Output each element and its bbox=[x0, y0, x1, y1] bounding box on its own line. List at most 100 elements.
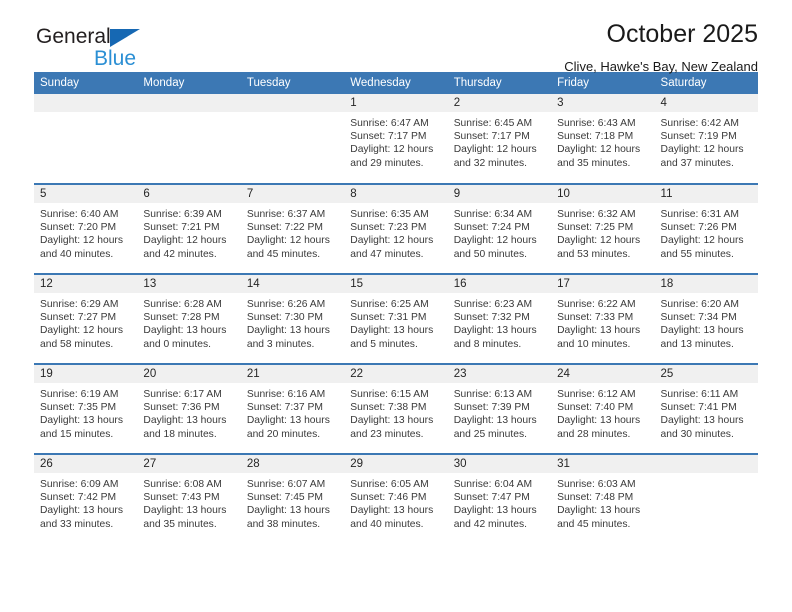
sunrise-text: Sunrise: 6:20 AM bbox=[660, 299, 739, 310]
weekday-header-sunday: Sunday bbox=[34, 72, 138, 94]
calendar-day-cell[interactable]: 2 Sunrise: 6:45 AM Sunset: 7:17 PM Daylight… bbox=[447, 94, 552, 184]
daylight-text-line2: and 25 minutes. bbox=[453, 428, 527, 440]
weekday-header-tuesday: Tuesday bbox=[240, 72, 345, 94]
sunrise-text: Sunrise: 6:25 AM bbox=[350, 299, 429, 310]
sunrise-text: Sunrise: 6:23 AM bbox=[453, 299, 533, 310]
day-number: 15 bbox=[344, 275, 448, 293]
calendar-day-cell[interactable]: 16 Sunrise: 6:23 AM Sunset: 7:32 PM Dayligh… bbox=[447, 273, 552, 364]
day-number: 13 bbox=[137, 275, 241, 293]
calendar-day-cell[interactable]: 31 Sunrise: 6:03 AM Sunset: 7:48 PM Dayligh… bbox=[551, 453, 655, 544]
daylight-text-line2: and 20 minutes. bbox=[246, 428, 321, 440]
calendar-day-cell[interactable]: 12 Sunrise: 6:29 AM Sunset: 7:27 PM Dayligh… bbox=[34, 273, 138, 364]
calendar-day-cell-empty bbox=[654, 453, 758, 544]
calendar-day-cell[interactable]: 29 Sunrise: 6:05 AM Sunset: 7:46 PM Dayligh… bbox=[344, 453, 448, 544]
calendar-day-cell[interactable]: 1 Sunrise: 6:47 AM Sunset: 7:17 PM Daylight… bbox=[344, 94, 448, 184]
calendar-day-cell[interactable]: 28 Sunrise: 6:07 AM Sunset: 7:45 PM Dayligh… bbox=[240, 453, 345, 544]
sunrise-text: Sunrise: 6:43 AM bbox=[557, 118, 636, 129]
calendar-day-cell[interactable]: 14 Sunrise: 6:26 AM Sunset: 7:30 PM Dayligh… bbox=[240, 273, 345, 364]
calendar-day-cell[interactable]: 19 Sunrise: 6:19 AM Sunset: 7:35 PM Dayligh… bbox=[34, 363, 138, 454]
sunrise-text: Sunrise: 6:26 AM bbox=[246, 299, 326, 310]
sunrise-text: Sunrise: 6:12 AM bbox=[557, 389, 636, 400]
sunset-text: Sunset: 7:31 PM bbox=[350, 312, 427, 324]
sunrise-text: Sunrise: 6:04 AM bbox=[453, 479, 533, 490]
logo-top-text: General bbox=[36, 25, 111, 48]
day-details: Sunrise: 6:05 AM Sunset: 7:46 PM Daylight:… bbox=[344, 473, 447, 531]
daylight-text-line2: and 38 minutes. bbox=[246, 518, 321, 530]
daylight-text-line2: and 35 minutes. bbox=[143, 518, 217, 530]
calendar-day-cell[interactable]: 30 Sunrise: 6:04 AM Sunset: 7:47 PM Dayligh… bbox=[447, 453, 552, 544]
calendar-body: 1 Sunrise: 6:47 AM Sunset: 7:17 PM Daylight… bbox=[34, 94, 758, 544]
daylight-text-line1: Daylight: 12 hours bbox=[453, 235, 537, 247]
sunset-text: Sunset: 7:38 PM bbox=[350, 402, 427, 414]
weekday-header-wednesday: Wednesday bbox=[344, 72, 448, 94]
weekday-header-thursday: Thursday bbox=[447, 72, 552, 94]
day-number: 18 bbox=[654, 275, 758, 293]
calendar-day-cell[interactable]: 22 Sunrise: 6:15 AM Sunset: 7:38 PM Dayligh… bbox=[344, 363, 448, 454]
daylight-text-line2: and 23 minutes. bbox=[350, 428, 424, 440]
sunset-text: Sunset: 7:46 PM bbox=[350, 492, 427, 504]
day-number bbox=[34, 94, 138, 112]
day-details: Sunrise: 6:16 AM Sunset: 7:37 PM Daylight:… bbox=[241, 383, 344, 441]
calendar-day-cell[interactable]: 25 Sunrise: 6:11 AM Sunset: 7:41 PM Dayligh… bbox=[654, 363, 758, 454]
daylight-text-line1: Daylight: 13 hours bbox=[246, 325, 330, 337]
calendar-day-cell[interactable]: 11 Sunrise: 6:31 AM Sunset: 7:26 PM Dayligh… bbox=[654, 183, 758, 274]
calendar-day-cell[interactable]: 20 Sunrise: 6:17 AM Sunset: 7:36 PM Dayligh… bbox=[137, 363, 241, 454]
day-details: Sunrise: 6:12 AM Sunset: 7:40 PM Daylight:… bbox=[551, 383, 654, 441]
sunset-text: Sunset: 7:47 PM bbox=[453, 492, 530, 504]
daylight-text-line2: and 18 minutes. bbox=[143, 428, 217, 440]
day-number: 17 bbox=[551, 275, 655, 293]
daylight-text-line1: Daylight: 13 hours bbox=[350, 505, 434, 517]
day-details: Sunrise: 6:45 AM Sunset: 7:17 PM Daylight:… bbox=[448, 112, 551, 170]
sunrise-text: Sunrise: 6:13 AM bbox=[453, 389, 533, 400]
calendar-day-cell[interactable]: 18 Sunrise: 6:20 AM Sunset: 7:34 PM Dayligh… bbox=[654, 273, 758, 364]
calendar-week-row: 19 Sunrise: 6:19 AM Sunset: 7:35 PM Dayligh… bbox=[34, 363, 758, 454]
daylight-text-line2: and 13 minutes. bbox=[660, 338, 734, 350]
calendar-day-cell[interactable]: 26 Sunrise: 6:09 AM Sunset: 7:42 PM Dayligh… bbox=[34, 453, 138, 544]
page-header: General Blue October 2025 Clive, Hawke's… bbox=[34, 0, 758, 74]
calendar-day-cell[interactable]: 23 Sunrise: 6:13 AM Sunset: 7:39 PM Dayligh… bbox=[447, 363, 552, 454]
sunset-text: Sunset: 7:24 PM bbox=[453, 222, 530, 234]
calendar-day-cell[interactable]: 17 Sunrise: 6:22 AM Sunset: 7:33 PM Dayligh… bbox=[551, 273, 655, 364]
day-details: Sunrise: 6:42 AM Sunset: 7:19 PM Daylight:… bbox=[655, 112, 758, 170]
calendar-day-cell[interactable]: 3 Sunrise: 6:43 AM Sunset: 7:18 PM Daylight… bbox=[551, 94, 655, 184]
daylight-text-line1: Daylight: 13 hours bbox=[350, 325, 434, 337]
calendar-day-cell[interactable]: 9 Sunrise: 6:34 AM Sunset: 7:24 PM Daylight… bbox=[447, 183, 552, 274]
daylight-text-line1: Daylight: 13 hours bbox=[143, 415, 227, 427]
day-number: 8 bbox=[344, 185, 448, 203]
calendar-day-cell[interactable]: 8 Sunrise: 6:35 AM Sunset: 7:23 PM Daylight… bbox=[344, 183, 448, 274]
calendar-day-cell[interactable]: 5 Sunrise: 6:40 AM Sunset: 7:20 PM Daylight… bbox=[34, 183, 138, 274]
calendar-day-cell[interactable]: 21 Sunrise: 6:16 AM Sunset: 7:37 PM Dayligh… bbox=[240, 363, 345, 454]
calendar-day-cell[interactable]: 24 Sunrise: 6:12 AM Sunset: 7:40 PM Dayligh… bbox=[551, 363, 655, 454]
sunset-text: Sunset: 7:22 PM bbox=[246, 222, 323, 234]
daylight-text-line1: Daylight: 13 hours bbox=[660, 415, 744, 427]
calendar-day-cell[interactable]: 4 Sunrise: 6:42 AM Sunset: 7:19 PM Daylight… bbox=[654, 94, 758, 184]
sunset-text: Sunset: 7:26 PM bbox=[660, 222, 737, 234]
day-number: 16 bbox=[447, 275, 552, 293]
calendar-day-cell[interactable]: 7 Sunrise: 6:37 AM Sunset: 7:22 PM Daylight… bbox=[240, 183, 345, 274]
sunset-text: Sunset: 7:27 PM bbox=[40, 312, 117, 324]
calendar-day-cell[interactable]: 6 Sunrise: 6:39 AM Sunset: 7:21 PM Daylight… bbox=[137, 183, 241, 274]
daylight-text-line2: and 42 minutes. bbox=[453, 518, 527, 530]
calendar-day-cell[interactable]: 15 Sunrise: 6:25 AM Sunset: 7:31 PM Dayligh… bbox=[344, 273, 448, 364]
day-number bbox=[240, 94, 345, 112]
day-number: 22 bbox=[344, 365, 448, 383]
day-details: Sunrise: 6:32 AM Sunset: 7:25 PM Daylight:… bbox=[551, 203, 654, 261]
sunset-text: Sunset: 7:17 PM bbox=[350, 131, 427, 143]
sunrise-text: Sunrise: 6:28 AM bbox=[143, 299, 222, 310]
day-details: Sunrise: 6:22 AM Sunset: 7:33 PM Daylight:… bbox=[551, 293, 654, 351]
general-blue-logo[interactable]: General Blue bbox=[36, 26, 176, 74]
calendar-week-row: 26 Sunrise: 6:09 AM Sunset: 7:42 PM Dayligh… bbox=[34, 453, 758, 544]
calendar-week-row: 12 Sunrise: 6:29 AM Sunset: 7:27 PM Dayligh… bbox=[34, 273, 758, 364]
day-details: Sunrise: 6:08 AM Sunset: 7:43 PM Daylight:… bbox=[137, 473, 240, 531]
day-number: 4 bbox=[654, 94, 758, 112]
calendar-day-cell[interactable]: 27 Sunrise: 6:08 AM Sunset: 7:43 PM Dayligh… bbox=[137, 453, 241, 544]
calendar-day-cell[interactable]: 13 Sunrise: 6:28 AM Sunset: 7:28 PM Dayligh… bbox=[137, 273, 241, 364]
daylight-text-line1: Daylight: 12 hours bbox=[557, 235, 641, 247]
day-details: Sunrise: 6:09 AM Sunset: 7:42 PM Daylight:… bbox=[34, 473, 137, 531]
calendar-day-cell[interactable]: 10 Sunrise: 6:32 AM Sunset: 7:25 PM Dayligh… bbox=[551, 183, 655, 274]
daylight-text-line1: Daylight: 12 hours bbox=[40, 235, 123, 247]
sunrise-text: Sunrise: 6:22 AM bbox=[557, 299, 636, 310]
day-number: 29 bbox=[344, 455, 448, 473]
sunset-text: Sunset: 7:43 PM bbox=[143, 492, 220, 504]
sunset-text: Sunset: 7:17 PM bbox=[453, 131, 530, 143]
